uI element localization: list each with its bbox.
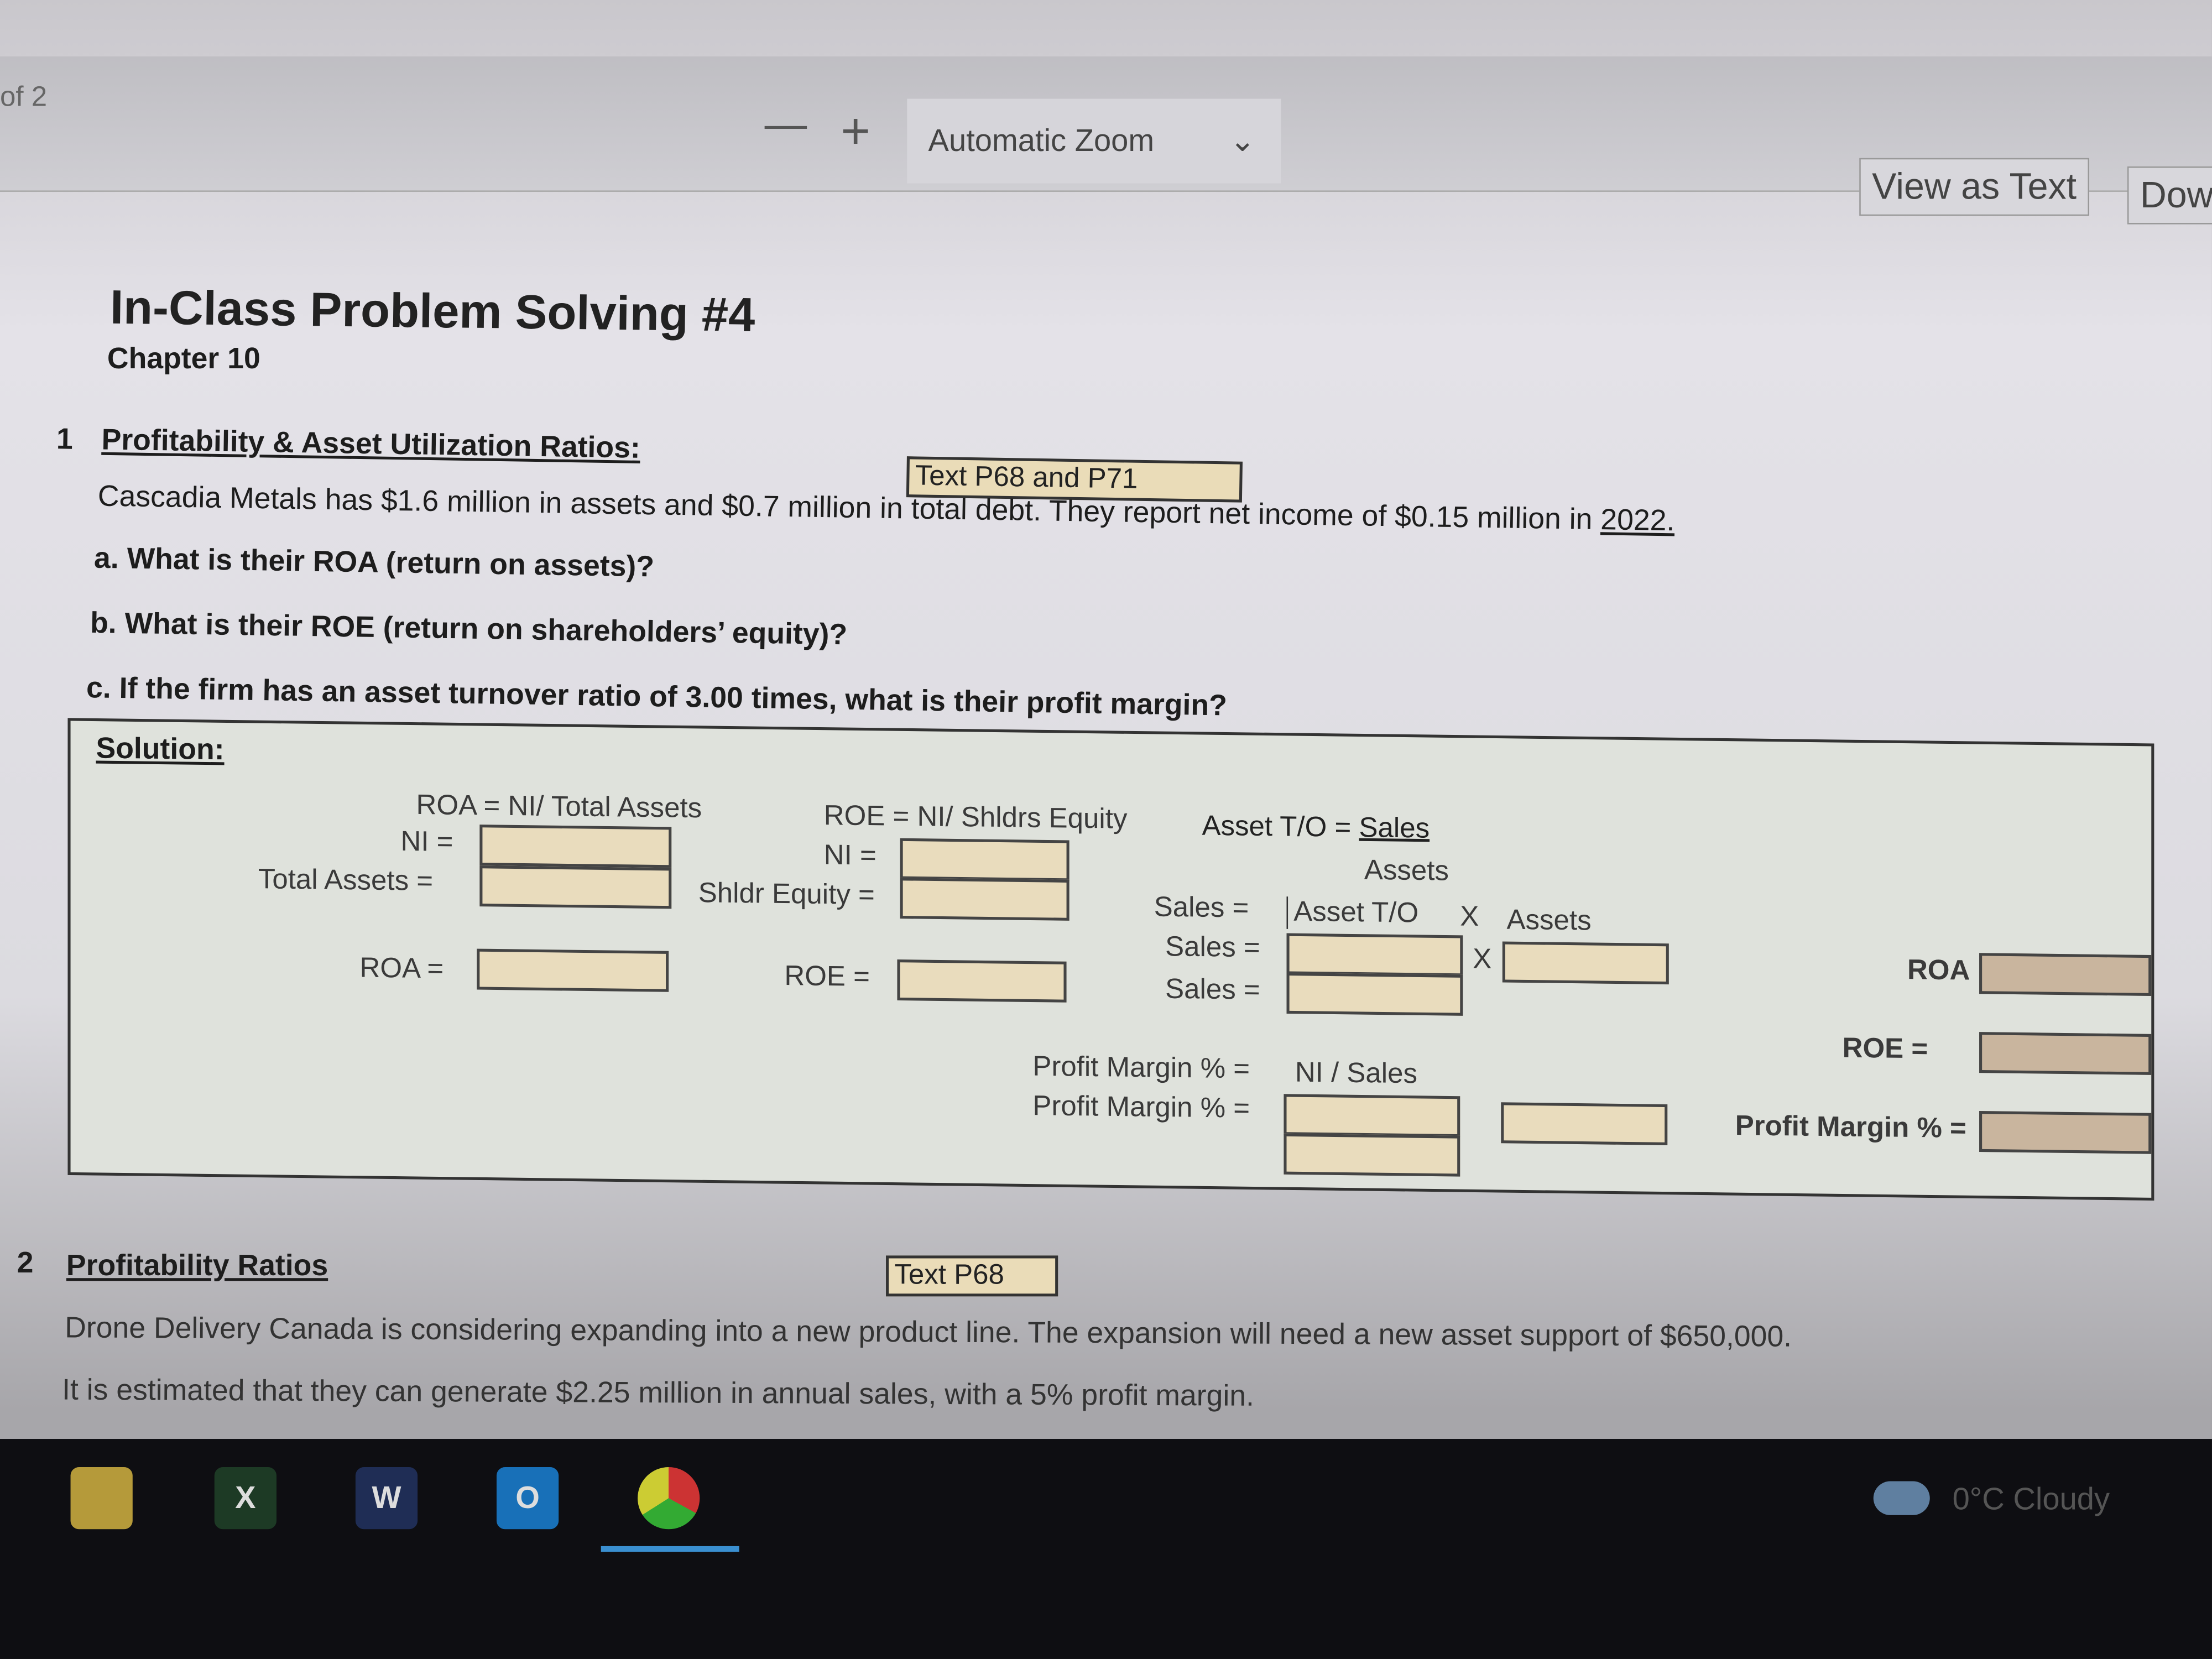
pm-sales-input[interactable] (1284, 1133, 1460, 1177)
q2-line-2: It is estimated that they can generate $… (61, 1374, 1255, 1413)
q2-line-1: Drone Delivery Canada is considering exp… (65, 1312, 1792, 1354)
summary-pm-input[interactable] (1979, 1110, 2152, 1154)
page-subtitle: Chapter 10 (107, 342, 260, 375)
view-as-text-button[interactable]: View as Text (1859, 158, 2090, 216)
q1-part-b: b. What is their ROE (return on sharehol… (90, 607, 848, 652)
pm-formula-label: Profit Margin % = (1032, 1051, 1250, 1086)
q1-prompt: Cascadia Metals has $1.6 million in asse… (97, 481, 1674, 539)
q1-part-c: c. If the firm has an asset turnover rat… (86, 672, 1228, 723)
page-count: of 2 (0, 81, 48, 113)
zoom-select[interactable]: Automatic Zoom ⌄ (907, 98, 1281, 184)
sales-label-1: Sales = (1154, 892, 1249, 925)
zoom-select-value: Automatic Zoom (928, 122, 1155, 158)
total-assets-input[interactable] (479, 865, 672, 909)
roe-formula: ROE = NI/ Shldrs Equity (823, 800, 1128, 836)
word-icon[interactable]: W (355, 1467, 418, 1530)
roa-ni-label: NI = (400, 826, 453, 858)
download-button[interactable]: Dow (2127, 166, 2212, 225)
roe-input[interactable] (897, 959, 1067, 1003)
active-app-indicator (601, 1546, 739, 1552)
times-label: X (1460, 901, 1479, 933)
asset-to-input[interactable] (1286, 933, 1463, 977)
taskbar (0, 1439, 2212, 1659)
times-label-2: X (1473, 943, 1492, 975)
zoom-out-button[interactable]: — (765, 102, 807, 150)
shldr-equity-input[interactable] (900, 878, 1070, 921)
roe-ni-label: NI = (823, 840, 877, 872)
file-explorer-icon[interactable] (70, 1467, 133, 1530)
q1-prompt-text: Cascadia Metals has $1.6 million in asse… (97, 480, 1601, 536)
roa-input[interactable] (477, 948, 669, 992)
solution-panel: Solution: ROA = NI/ Total Assets ROE = N… (67, 718, 2154, 1201)
summary-roa-label: ROA (1907, 954, 1970, 987)
total-assets-label: Total Assets = (258, 864, 434, 898)
roe-ni-input[interactable] (900, 838, 1070, 881)
ato-formula: Asset T/O = Sales (1202, 811, 1430, 846)
pm-ni-input[interactable] (1284, 1094, 1460, 1138)
q1-part-a: a. What is their ROA (return on assets)? (93, 542, 655, 584)
q1-year: 2022. (1600, 504, 1675, 538)
shldr-equity-label: Shldr Equity = (698, 878, 875, 911)
sales-label-2: Sales = (1165, 931, 1260, 964)
assets-label: Assets (1506, 905, 1592, 937)
weather-text[interactable]: 0°C Cloudy (1953, 1481, 2110, 1518)
q2-number: 2 (17, 1247, 34, 1280)
zoom-in-button[interactable]: + (841, 102, 870, 161)
solution-title: Solution: (96, 732, 225, 767)
summary-roe-label: ROE = (1842, 1033, 1928, 1066)
q2-heading: Profitability Ratios (66, 1250, 328, 1282)
ato-label: Asset T/O = (1202, 811, 1359, 844)
ato-sales: Sales (1359, 812, 1430, 845)
roa-formula: ROA = NI/ Total Assets (416, 790, 702, 825)
roa-label: ROA = (359, 953, 444, 985)
summary-pm-label: Profit Margin % = (1735, 1110, 1966, 1145)
q2-reference: Text P68 (886, 1255, 1058, 1297)
roa-ni-input[interactable] (479, 825, 672, 868)
assets-input[interactable] (1502, 941, 1669, 985)
chrome-icon[interactable] (638, 1467, 700, 1530)
q1-heading: Profitability & Asset Utilization Ratios… (101, 424, 641, 465)
outlook-icon[interactable]: O (496, 1467, 559, 1530)
sales-input[interactable] (1286, 972, 1463, 1016)
pm-formula-rhs: NI / Sales (1295, 1057, 1417, 1091)
pm-label: Profit Margin % = (1032, 1091, 1250, 1125)
summary-roe-input[interactable] (1979, 1032, 2152, 1075)
ato-assets: Assets (1364, 855, 1449, 888)
chevron-down-icon: ⌄ (1229, 122, 1256, 158)
asset-to-label: Asset T/O (1286, 896, 1419, 931)
roe-label: ROE = (784, 961, 870, 993)
page-title: In-Class Problem Solving #4 (109, 281, 755, 343)
pm-result-input[interactable] (1501, 1102, 1668, 1145)
sales-label-3: Sales = (1165, 974, 1260, 1006)
q1-number: 1 (56, 423, 74, 456)
summary-roa-input[interactable] (1979, 953, 2152, 997)
excel-icon[interactable]: X (214, 1467, 276, 1530)
cloud-icon (1873, 1481, 1930, 1515)
